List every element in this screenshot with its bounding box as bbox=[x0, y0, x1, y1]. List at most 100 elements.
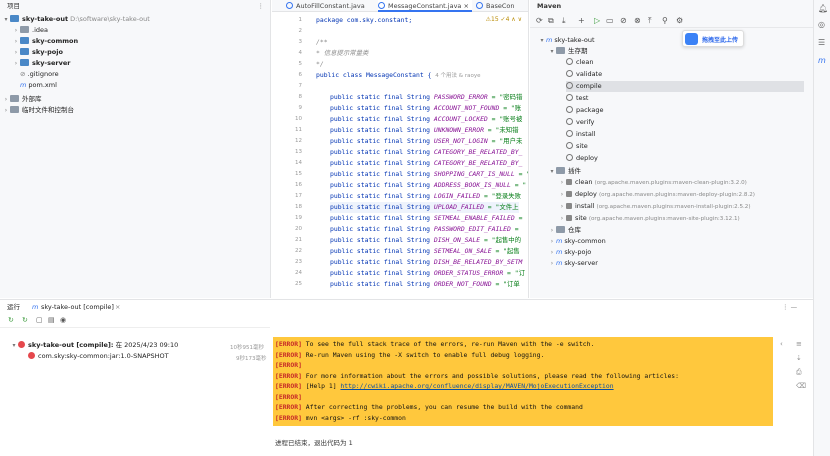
scroll-end-icon[interactable]: ⇣ bbox=[796, 354, 802, 362]
tree-item-idea[interactable]: › .idea bbox=[12, 25, 48, 36]
line-number: 12 bbox=[295, 138, 302, 144]
chevron-right-icon[interactable]: › bbox=[2, 94, 10, 105]
usage-hint[interactable]: 4 个用法 & raoye bbox=[435, 73, 480, 79]
maven-tool-icon[interactable]: m bbox=[818, 56, 826, 65]
chevron-right-icon[interactable]: › bbox=[548, 236, 556, 247]
chevron-down-icon[interactable]: ▾ bbox=[2, 14, 10, 25]
tree-item-sky-common[interactable]: › sky-common bbox=[12, 36, 78, 47]
plugin-site[interactable]: › site (org.apache.maven.plugins:maven-si… bbox=[558, 213, 740, 224]
tree-item-pom[interactable]: m pom.xml bbox=[20, 80, 57, 91]
stop-icon[interactable]: ▢ bbox=[36, 316, 43, 324]
maven-repo[interactable]: › 仓库 bbox=[548, 225, 581, 236]
more-icon[interactable]: ⋮ — bbox=[782, 300, 797, 315]
more-icon[interactable]: ⋮ bbox=[258, 0, 265, 12]
notifications-icon[interactable]: 🔔︎ bbox=[818, 4, 828, 13]
database-icon[interactable]: ☰ bbox=[818, 38, 825, 47]
tree-item-external[interactable]: › 外部库 bbox=[2, 94, 42, 105]
console-output[interactable]: [ERROR] To see the full stack trace of t… bbox=[273, 337, 773, 426]
chevron-right-icon[interactable]: › bbox=[558, 213, 566, 224]
refresh-icon[interactable]: ⟳ bbox=[536, 16, 543, 25]
chevron-right-icon[interactable]: › bbox=[548, 247, 556, 258]
tree-item-sky-pojo[interactable]: › sky-pojo bbox=[12, 47, 63, 58]
error-tag: [ERROR] bbox=[275, 413, 302, 422]
phase-package[interactable]: package bbox=[566, 105, 603, 116]
settings-icon[interactable]: ⚙ bbox=[676, 16, 683, 25]
skip-tests-icon[interactable]: ⊗ bbox=[634, 16, 641, 25]
chevron-down-icon[interactable]: ▾ bbox=[538, 35, 546, 46]
rerun-failed-icon[interactable]: ↻ bbox=[22, 316, 28, 324]
toggle-offline-icon[interactable]: ⊘ bbox=[620, 16, 627, 25]
maven-lifecycle[interactable]: ▾ 生存期 bbox=[548, 46, 588, 57]
tree-item-scratch[interactable]: › 临时文件和控制台 bbox=[2, 105, 74, 116]
maven-root[interactable]: ▾ m sky-take-out bbox=[538, 35, 594, 46]
upload-drop-target[interactable]: 拖拽至此上传 bbox=[682, 30, 744, 47]
chevron-right-icon[interactable]: › bbox=[548, 225, 556, 236]
run-tree-child[interactable]: com.sky:sky-common:jar:1.0-SNAPSHOT bbox=[28, 351, 169, 362]
clear-icon[interactable]: ⌫ bbox=[796, 382, 806, 390]
wrap-icon[interactable]: ≡ bbox=[796, 340, 802, 348]
chevron-right-icon[interactable]: › bbox=[558, 189, 566, 200]
chevron-right-icon[interactable]: › bbox=[12, 25, 20, 36]
maven-plugins[interactable]: ▾ 插件 bbox=[548, 166, 581, 177]
tree-item-sky-server[interactable]: › sky-server bbox=[12, 58, 70, 69]
download-icon[interactable]: ⤓ bbox=[562, 16, 566, 26]
phase-validate[interactable]: validate bbox=[566, 69, 602, 80]
phase-clean[interactable]: clean bbox=[566, 57, 593, 68]
collapse-icon[interactable]: ⤒ bbox=[648, 16, 652, 26]
maven-module-sky-common[interactable]: › m sky-common bbox=[548, 236, 606, 247]
maven-module-sky-server[interactable]: › m sky-server bbox=[548, 258, 598, 269]
phase-compile[interactable]: compile bbox=[566, 81, 804, 92]
chevron-right-icon[interactable]: › bbox=[558, 201, 566, 212]
code-line: public static final String PASSWORD_EDIT… bbox=[330, 224, 519, 235]
ai-icon[interactable]: ◎ bbox=[818, 20, 825, 29]
chevron-right-icon[interactable]: › bbox=[558, 177, 566, 188]
phase-test[interactable]: test bbox=[566, 93, 588, 104]
code-line: public static final String ORDER_NOT_FOU… bbox=[330, 279, 520, 290]
help-link[interactable]: http://cwiki.apache.org/confluence/displ… bbox=[340, 382, 613, 390]
phase-deploy[interactable]: deploy bbox=[566, 153, 598, 164]
field-name: PASSWORD_EDIT_FAILED bbox=[433, 225, 511, 233]
chevron-down-icon[interactable]: ▾ bbox=[548, 46, 556, 57]
code-area[interactable]: package com.sky.constant; /** * 信息提示常量类 … bbox=[316, 13, 528, 298]
code-line: package com.sky.constant; bbox=[316, 15, 412, 26]
tree-root[interactable]: ▾ sky-take-out D:\software\sky-take-out bbox=[2, 14, 150, 25]
add-icon[interactable]: + bbox=[578, 16, 585, 25]
filter-icon[interactable]: ▤ bbox=[48, 316, 55, 324]
generate-icon[interactable]: ⧉ bbox=[548, 16, 554, 26]
line-number: 22 bbox=[295, 248, 302, 254]
print-icon[interactable]: ⎙ bbox=[796, 368, 802, 377]
plugin-clean[interactable]: › clean (org.apache.maven.plugins:maven-c… bbox=[558, 177, 747, 188]
plugin-install[interactable]: › install (org.apache.maven.plugins:maven… bbox=[558, 201, 751, 212]
chevron-right-icon[interactable]: › bbox=[548, 258, 556, 269]
phase-install[interactable]: install bbox=[566, 129, 595, 140]
tab-autofill[interactable]: AutoFillConstant.java bbox=[286, 0, 372, 12]
close-icon[interactable]: × bbox=[115, 300, 120, 315]
run-tab[interactable]: sky-take-out [compile] bbox=[41, 300, 114, 315]
tree-item-gitignore[interactable]: ⊘ .gitignore bbox=[20, 69, 59, 80]
folder-icon bbox=[556, 47, 565, 54]
chevron-right-icon[interactable]: › bbox=[2, 105, 10, 116]
chevron-right-icon[interactable]: › bbox=[12, 47, 20, 58]
chevron-down-icon[interactable]: ▾ bbox=[10, 340, 18, 351]
console-side-toolbar: ‹ ≡ ⇣ ⎙ ⌫ bbox=[776, 336, 813, 456]
run-tree-root[interactable]: ▾ sky-take-out [compile]: 在 2025/4/23 09:… bbox=[10, 340, 178, 351]
tab-basecon[interactable]: BaseCon bbox=[476, 0, 529, 12]
run-config-icon[interactable]: ▭ bbox=[606, 16, 614, 25]
chevron-right-icon[interactable]: › bbox=[12, 58, 20, 69]
run-icon[interactable]: ▷ bbox=[594, 16, 600, 25]
maven-module-sky-pojo[interactable]: › m sky-pojo bbox=[548, 247, 592, 258]
plugin-icon bbox=[566, 179, 572, 185]
close-icon[interactable]: × bbox=[463, 2, 468, 10]
back-icon[interactable]: ‹ bbox=[780, 340, 783, 348]
view-icon[interactable]: ◉ bbox=[60, 316, 66, 324]
show-deps-icon[interactable]: ⚲ bbox=[662, 16, 668, 25]
phase-site[interactable]: site bbox=[566, 141, 588, 152]
tab-messageconstant[interactable]: MessageConstant.java × bbox=[378, 0, 472, 12]
chevron-right-icon[interactable]: › bbox=[12, 36, 20, 47]
code-line: public static final String ACCOUNT_NOT_F… bbox=[330, 103, 521, 114]
run-toolbar: ↻ ↻ ▢ ▤ ◉ bbox=[0, 316, 270, 328]
rerun-icon[interactable]: ↻ bbox=[8, 316, 14, 324]
phase-verify[interactable]: verify bbox=[566, 117, 594, 128]
chevron-down-icon[interactable]: ▾ bbox=[548, 166, 556, 177]
plugin-deploy[interactable]: › deploy (org.apache.maven.plugins:maven-… bbox=[558, 189, 755, 200]
